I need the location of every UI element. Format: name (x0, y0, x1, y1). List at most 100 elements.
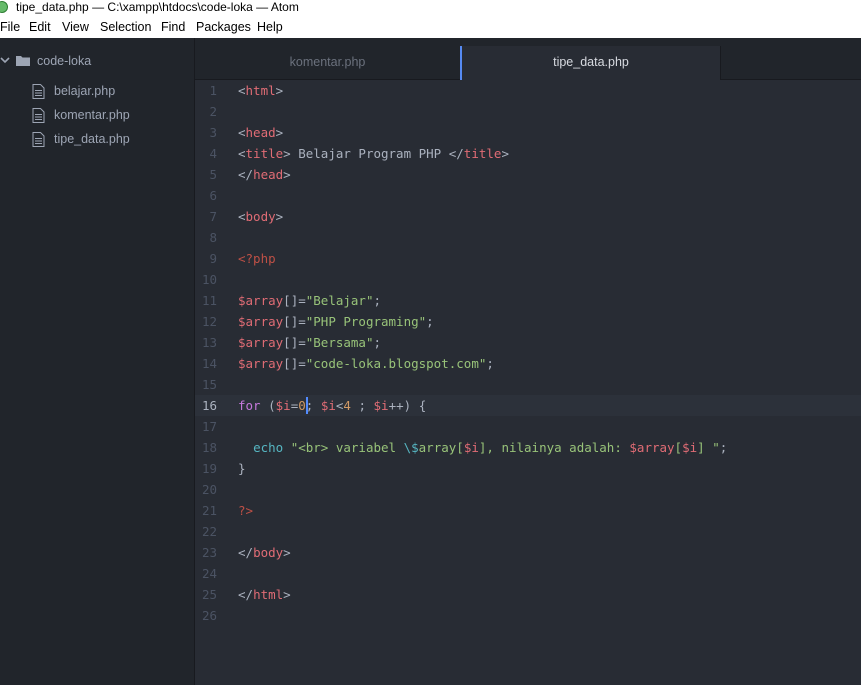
menu-file[interactable]: File (0, 20, 20, 34)
code-token: > (275, 125, 284, 140)
code-token: ] " (697, 440, 720, 455)
code-token: ], nilainya adalah: (478, 440, 630, 455)
code-token: $i (373, 398, 389, 413)
code-token: 4 (343, 398, 351, 413)
line-number: 24 (201, 566, 217, 581)
menu-packages[interactable]: Packages (196, 20, 251, 34)
menu-view[interactable]: View (62, 20, 89, 34)
window-title: tipe_data.php — C:\xampp\htdocs\code-lok… (16, 0, 299, 14)
code-token: "Bersama" (305, 335, 374, 350)
code-editor[interactable]: 1 <html> 2 3 <head> 4 <title> Belajar Program … (195, 80, 861, 685)
code-token: ; (426, 314, 434, 329)
code-token: ; (350, 398, 374, 413)
line-number: 21 (201, 503, 217, 518)
code-token: < (238, 125, 246, 140)
code-line: $array[]="Bersama"; (238, 332, 381, 353)
code-token: > Belajar Program PHP </ (283, 146, 464, 161)
menu-bar: File Edit View Selection Find Packages H… (0, 16, 861, 38)
line-number: 14 (201, 356, 217, 371)
code-token: head (253, 167, 284, 182)
line-number: 4 (209, 146, 217, 161)
code-token: body (245, 209, 276, 224)
code-token: ; (305, 398, 321, 413)
code-token: title (245, 146, 284, 161)
code-line: $array[]="code-loka.blogspot.com"; (238, 353, 494, 374)
line-number: 5 (209, 167, 217, 182)
tree-root-label: code-loka (37, 54, 92, 68)
code-token: > (275, 209, 284, 224)
menu-selection[interactable]: Selection (100, 20, 151, 34)
code-token: $i (320, 398, 336, 413)
code-token: > (501, 146, 509, 161)
code-line: echo "<br> variabel \$array[$i], nilainy… (238, 437, 727, 458)
code-token: ( (260, 398, 276, 413)
code-line: $array[]="Belajar"; (238, 290, 381, 311)
line-number: 15 (201, 377, 217, 392)
code-token: </ (238, 545, 254, 560)
code-token: ; (719, 440, 728, 455)
tab-bar: komentar.php tipe_data.php (195, 38, 861, 80)
line-number: 22 (201, 524, 217, 539)
code-token: > (283, 587, 291, 602)
file-icon (32, 132, 45, 147)
code-token: []= (283, 293, 306, 308)
line-number: 6 (209, 188, 217, 203)
code-line: <head> (238, 122, 283, 143)
code-line: </head> (238, 164, 291, 185)
atom-logo-icon (0, 1, 8, 13)
tab-komentar[interactable]: komentar.php (195, 46, 460, 80)
code-token: } (238, 461, 246, 476)
code-line: <body> (238, 206, 283, 227)
code-line: <?php (238, 248, 276, 269)
code-token: $i (682, 440, 698, 455)
line-number: 3 (209, 125, 217, 140)
folder-icon (16, 56, 30, 66)
code-token: $i (275, 398, 291, 413)
line-number: 20 (201, 482, 217, 497)
code-line: </body> (238, 542, 291, 563)
line-number: 8 (209, 230, 217, 245)
menu-edit[interactable]: Edit (29, 20, 51, 34)
code-token: []= (283, 335, 306, 350)
menu-help[interactable]: Help (257, 20, 283, 34)
code-token: echo (253, 440, 284, 455)
code-token: array (245, 335, 284, 350)
line-number: 25 (201, 587, 217, 602)
tree-file-label: belajar.php (54, 84, 116, 98)
code-token: ; (486, 356, 494, 371)
code-token: ; (373, 335, 382, 350)
text-cursor (305, 397, 308, 414)
code-token: > (275, 83, 284, 98)
code-token: html (253, 587, 284, 602)
file-icon (32, 108, 45, 123)
code-token: ; (373, 293, 382, 308)
line-number: 26 (201, 608, 217, 623)
menu-find[interactable]: Find (161, 20, 185, 34)
tab-tipe-data[interactable]: tipe_data.php (460, 46, 721, 80)
line-number: 16 (201, 398, 217, 413)
line-number: 17 (201, 419, 217, 434)
code-token: "<br> variabel (290, 440, 404, 455)
code-token: > (283, 167, 291, 182)
line-number: 1 (209, 83, 217, 98)
code-token: <?php (238, 251, 276, 266)
code-token: $ (238, 314, 246, 329)
code-line: ?> (238, 500, 253, 521)
code-token: $ (238, 356, 246, 371)
line-number: 2 (209, 104, 217, 119)
code-token: array (245, 356, 284, 371)
code-token: ++) { (388, 398, 427, 413)
code-token: ?> (238, 503, 254, 518)
code-line: <html> (238, 80, 283, 101)
code-token: </ (238, 167, 254, 182)
code-token: $array (629, 440, 675, 455)
code-token: </ (238, 587, 254, 602)
chevron-down-icon (0, 57, 10, 64)
code-token: $ (238, 293, 246, 308)
line-number: 13 (201, 335, 217, 350)
code-token: html (245, 83, 276, 98)
code-token: < (238, 83, 246, 98)
title-bar: tipe_data.php — C:\xampp\htdocs\code-lok… (0, 0, 861, 16)
code-token: for (238, 398, 261, 413)
